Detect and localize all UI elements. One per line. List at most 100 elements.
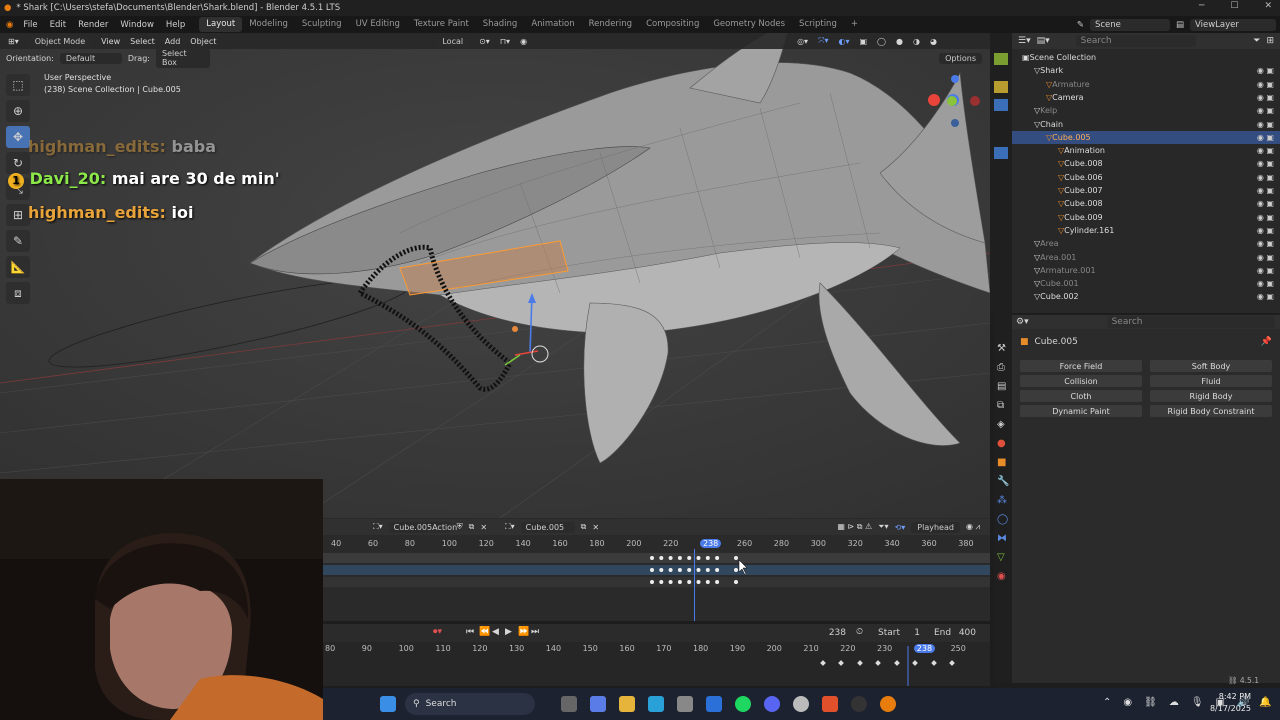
shading-material-icon[interactable]: ◑ <box>913 37 920 46</box>
blender-menu-icon[interactable]: ◉ <box>6 20 13 30</box>
keyframe[interactable] <box>687 568 692 572</box>
outliner-search[interactable]: Search <box>1075 35 1196 47</box>
visibility-icon[interactable]: ◉ ▣ <box>1257 292 1274 301</box>
spotify-icon[interactable] <box>735 696 751 712</box>
tab-geometry-nodes[interactable]: Geometry Nodes <box>706 17 792 32</box>
outliner-row[interactable]: ▣ Scene Collection <box>1012 51 1280 64</box>
keyframe[interactable] <box>650 580 654 584</box>
blender-taskbar-icon[interactable] <box>880 696 896 712</box>
timeline-keyframe[interactable] <box>838 660 844 666</box>
current-frame-field[interactable]: 238 <box>803 627 851 639</box>
keyframe[interactable] <box>677 580 682 584</box>
keyframe[interactable] <box>705 556 710 560</box>
physics-tab-icon[interactable]: ◯ <box>997 510 1009 529</box>
steam-icon[interactable] <box>793 696 809 712</box>
media-player-icon[interactable] <box>851 696 867 712</box>
visibility-icon[interactable]: ◉ ▣ <box>1257 133 1274 142</box>
maximize-button[interactable]: ☐ <box>1230 1 1238 11</box>
rigid-body-button[interactable]: Rigid Body <box>1150 390 1272 402</box>
play-reverse-icon[interactable]: ◀ <box>492 627 499 637</box>
output-tab-icon[interactable]: ▤ <box>997 377 1009 396</box>
annotate-icon[interactable]: ✎ <box>6 230 30 252</box>
end-frame-field[interactable]: End 400 <box>929 627 981 639</box>
taskbar-search[interactable]: ⚲ Search <box>405 693 535 715</box>
display-mode-icon[interactable]: ▤▾ <box>1037 36 1050 46</box>
filter-icon[interactable]: ⏷ <box>1253 36 1260 46</box>
keyframe[interactable] <box>659 556 664 560</box>
menu-edit[interactable]: Edit <box>44 20 72 30</box>
close-button[interactable]: ✕ <box>1264 1 1272 11</box>
keyframe[interactable] <box>687 556 692 560</box>
dopesheet-playhead[interactable] <box>694 549 695 621</box>
tab-modeling[interactable]: Modeling <box>242 17 295 32</box>
action-selector[interactable]: Cube.005Action <box>388 521 457 533</box>
proportional-edit-icon[interactable]: ◉ <box>520 37 527 46</box>
scene-selector[interactable]: Scene <box>1089 18 1170 31</box>
outliner-row[interactable]: ▽ Cylinder.161 ◉ ▣ <box>1012 224 1280 237</box>
menu-file[interactable]: File <box>17 20 43 30</box>
dynamic-paint-button[interactable]: Dynamic Paint <box>1020 405 1142 417</box>
store-icon[interactable] <box>677 696 693 712</box>
discord-icon[interactable] <box>764 696 780 712</box>
particles-tab-icon[interactable]: ⁂ <box>997 491 1009 510</box>
drag-selector[interactable]: Select Box <box>155 48 210 68</box>
visibility-icon[interactable]: ◉ ▣ <box>1257 159 1274 168</box>
add-cube-icon[interactable]: ⧈ <box>6 282 30 304</box>
outliner-row[interactable]: ▽ Area.001 ◉ ▣ <box>1012 251 1280 264</box>
outliner-row[interactable]: ▽ Animation ◉ ▣ <box>1012 144 1280 157</box>
outliner-row[interactable]: ▽ Armature ◉ ▣ <box>1012 78 1280 91</box>
scene-tab-icon[interactable]: ◈ <box>997 415 1009 434</box>
record-icon[interactable]: ⏺▾ <box>433 627 442 637</box>
move-icon[interactable]: ✥ <box>6 126 30 148</box>
visibility-icon[interactable]: ◉ ▣ <box>1257 120 1274 129</box>
snap-icon[interactable]: ⟲▾ <box>895 523 906 532</box>
tab-uv-editing[interactable]: UV Editing <box>349 17 407 32</box>
outliner-row[interactable]: ▽ Cube.007 ◉ ▣ <box>1012 184 1280 197</box>
tab-texture-paint[interactable]: Texture Paint <box>407 17 476 32</box>
play-icon[interactable]: ▶ <box>505 627 512 637</box>
timeline-editor[interactable]: 80 90 100 110 120 130 140 150 160 170 180 190 200 210… <box>323 642 990 686</box>
transform-space-selector[interactable]: Local <box>436 35 470 47</box>
object-tab-icon[interactable]: ■ <box>997 453 1009 472</box>
material-tab-icon[interactable]: ◉ <box>997 567 1009 586</box>
gizmo-icon[interactable]: ⤧▾ <box>818 36 828 46</box>
new-action-icon[interactable]: ⧉ <box>469 522 475 532</box>
filter-icon[interactable]: ▦ ⊳ ⧉ ⚠ <box>837 522 872 532</box>
keyframe[interactable] <box>668 580 673 584</box>
cursor-icon[interactable]: ⊕ <box>6 100 30 122</box>
overlay-icon[interactable]: ◐▾ <box>838 37 849 46</box>
visibility-icon[interactable]: ◉ ▣ <box>1257 226 1274 235</box>
clock[interactable]: 8:42 PM 8/17/2025 <box>1201 691 1251 715</box>
soft-body-button[interactable]: Soft Body <box>1150 360 1272 372</box>
menu-window[interactable]: Window <box>114 20 160 30</box>
outliner-row[interactable]: ▽ Camera ◉ ▣ <box>1012 91 1280 104</box>
keyframe[interactable] <box>696 568 701 572</box>
outliner-row[interactable]: ▽ Chain ◉ ▣ <box>1012 118 1280 131</box>
outliner-row[interactable]: ▽ Cube.005 ◉ ▣ <box>1012 130 1280 144</box>
keyframe[interactable] <box>715 556 720 560</box>
collision-button[interactable]: Collision <box>1020 375 1142 387</box>
notifications-icon[interactable]: 🔔 <box>1259 697 1271 708</box>
editor-type-icon[interactable]: ⊞▾ <box>8 37 19 46</box>
timeline-keyframe[interactable] <box>949 660 955 666</box>
keyframe[interactable] <box>734 556 738 560</box>
xray-icon[interactable]: ▣ <box>859 37 867 46</box>
chevron-up-icon[interactable]: ⌃ <box>1103 697 1111 708</box>
menu-object[interactable]: Object <box>190 37 216 46</box>
tool-tab-icon[interactable]: ⚒ <box>997 339 1009 358</box>
timeline-keyframe[interactable] <box>857 660 863 666</box>
unlink-slot-icon[interactable]: ✕ <box>592 523 599 532</box>
visibility-icon[interactable]: ◉ ▣ <box>1257 93 1274 102</box>
view-layer-selector[interactable]: ViewLayer <box>1190 18 1276 31</box>
fake-user-icon[interactable]: ⛨ <box>457 522 463 532</box>
options-dropdown[interactable]: Options <box>939 52 982 64</box>
timeline-keyframe[interactable] <box>931 660 937 666</box>
minimize-button[interactable]: ─ <box>1199 1 1204 11</box>
outliner-row[interactable]: ▽ Cube.008 ◉ ▣ <box>1012 197 1280 210</box>
tab-shading[interactable]: Shading <box>476 17 525 32</box>
edge-icon[interactable] <box>648 696 664 712</box>
keyframe[interactable] <box>734 568 738 572</box>
keyframe[interactable] <box>687 580 692 584</box>
playhead-selector[interactable]: Playhead <box>911 521 960 533</box>
clock-icon[interactable]: ⏲ <box>856 627 863 637</box>
